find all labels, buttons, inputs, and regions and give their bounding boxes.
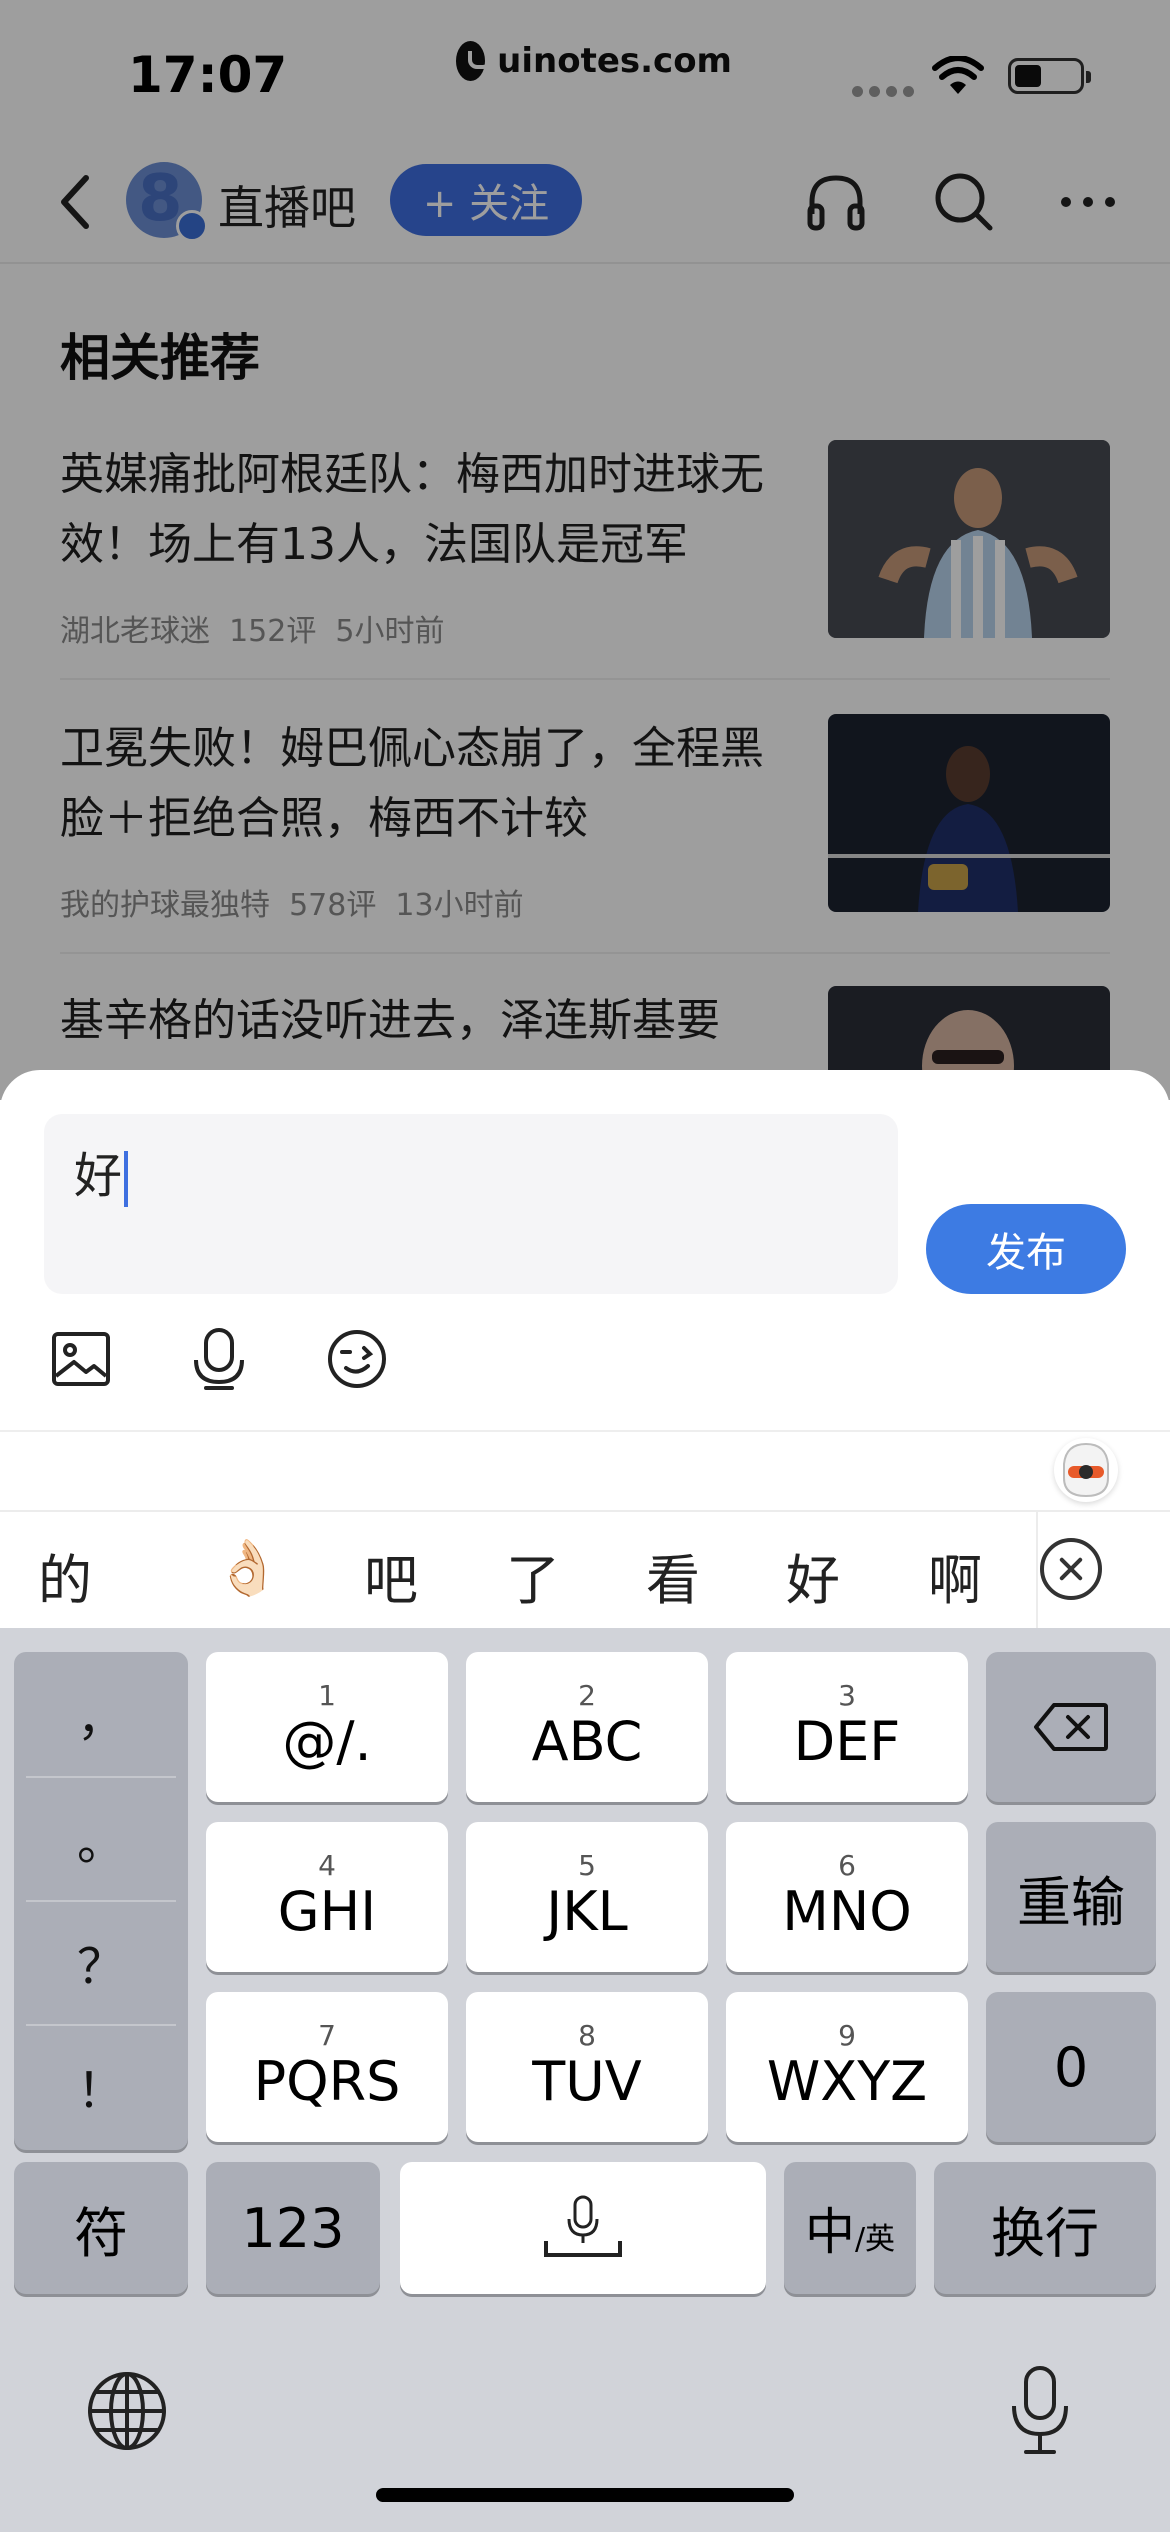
key-9[interactable]: 9 WXYZ (726, 1992, 968, 2142)
key-letters: TUV (532, 2050, 642, 2113)
text-cursor (124, 1151, 129, 1207)
key-number: 4 (318, 1849, 336, 1882)
key-letters: DEF (793, 1710, 901, 1773)
punctuation-key[interactable]: ？ (14, 1900, 188, 2024)
clear-candidates-icon[interactable] (1040, 1538, 1102, 1600)
key-2[interactable]: 2 ABC (466, 1652, 708, 1802)
candidate-word[interactable]: 看 (646, 1536, 700, 1615)
key-label: 0 (1053, 2035, 1089, 2099)
key-letters: ABC (531, 1710, 643, 1773)
key-8[interactable]: 8 TUV (466, 1992, 708, 2142)
space-key[interactable] (400, 2162, 766, 2294)
key-number: 7 (318, 2019, 336, 2052)
key-label: 符 (74, 2201, 128, 2265)
key-letters: PQRS (253, 2050, 401, 2113)
punctuation-key[interactable]: ！ (14, 2024, 188, 2148)
key-number: 9 (838, 2019, 856, 2052)
language-switch-key[interactable]: 中 /英 (784, 2162, 916, 2294)
comment-sheet: 好 发布 (0, 1070, 1170, 1510)
publish-button[interactable]: 发布 (926, 1204, 1126, 1294)
key-4[interactable]: 4 GHI (206, 1822, 448, 1972)
punctuation-column: ， 。 ？ ！ (14, 1652, 188, 2150)
dictation-microphone-icon[interactable] (1008, 2364, 1072, 2456)
candidate-word[interactable]: 吧 (364, 1536, 418, 1615)
candidate-word[interactable]: 了 (506, 1536, 560, 1615)
backspace-icon (1034, 1703, 1108, 1751)
microphone-icon[interactable] (186, 1326, 252, 1392)
key-sublabel: /英 (854, 2222, 896, 2257)
key-6[interactable]: 6 MNO (726, 1822, 968, 1972)
key-label: 123 (241, 2196, 345, 2260)
image-icon[interactable] (48, 1326, 114, 1392)
key-letters: MNO (782, 1880, 912, 1943)
key-5[interactable]: 5 JKL (466, 1822, 708, 1972)
candidate-word[interactable]: 的 (38, 1536, 92, 1615)
overlay-scrim[interactable] (0, 0, 1170, 1100)
divider (0, 1430, 1170, 1432)
delete-key[interactable] (986, 1652, 1156, 1802)
key-number: 3 (838, 1679, 856, 1712)
reinput-key[interactable]: 重输 (986, 1822, 1156, 1972)
candidate-word[interactable]: 好 (786, 1536, 840, 1615)
space-microphone-icon (544, 2195, 622, 2257)
key-number: 5 (578, 1849, 596, 1882)
key-number: 1 (318, 1679, 336, 1712)
key-letters: GHI (277, 1880, 377, 1943)
key-number: 2 (578, 1679, 596, 1712)
punctuation-key[interactable]: ， (14, 1652, 188, 1776)
key-label: 换行 (991, 2201, 1099, 2265)
globe-icon[interactable] (86, 2370, 168, 2452)
emoji-icon[interactable] (324, 1326, 390, 1392)
return-key[interactable]: 换行 (934, 2162, 1156, 2294)
key-label: 重输 (1017, 1870, 1125, 1934)
key-number: 8 (578, 2019, 596, 2052)
key-letters: JKL (546, 1880, 628, 1943)
divider (1036, 1512, 1038, 1630)
key-letters: WXYZ (766, 2050, 928, 2113)
candidate-word[interactable]: 啊 (928, 1536, 982, 1615)
key-letters: @/. (282, 1710, 372, 1773)
comment-input[interactable]: 好 (44, 1114, 898, 1294)
punctuation-key[interactable]: 。 (14, 1776, 188, 1900)
key-label: 中 (804, 2203, 855, 2261)
keyboard: ， 。 ？ ！ 1 @/. 2 ABC 3 DEF 4 GHI 5 JKL 6 … (0, 1628, 1170, 2532)
comment-input-value: 好 (74, 1148, 123, 1204)
candidate-word[interactable]: 👌🏻 (214, 1536, 281, 1600)
key-7[interactable]: 7 PQRS (206, 1992, 448, 2142)
numbers-key[interactable]: 123 (206, 2162, 380, 2294)
key-3[interactable]: 3 DEF (726, 1652, 968, 1802)
home-indicator[interactable] (376, 2488, 794, 2502)
key-1[interactable]: 1 @/. (206, 1652, 448, 1802)
key-number: 6 (838, 1849, 856, 1882)
symbols-key[interactable]: 符 (14, 2162, 188, 2294)
key-0[interactable]: 0 (986, 1992, 1156, 2142)
ime-mascot-icon[interactable] (1054, 1438, 1118, 1502)
candidate-bar: 的 👌🏻 吧 了 看 好 啊 (0, 1510, 1170, 1630)
